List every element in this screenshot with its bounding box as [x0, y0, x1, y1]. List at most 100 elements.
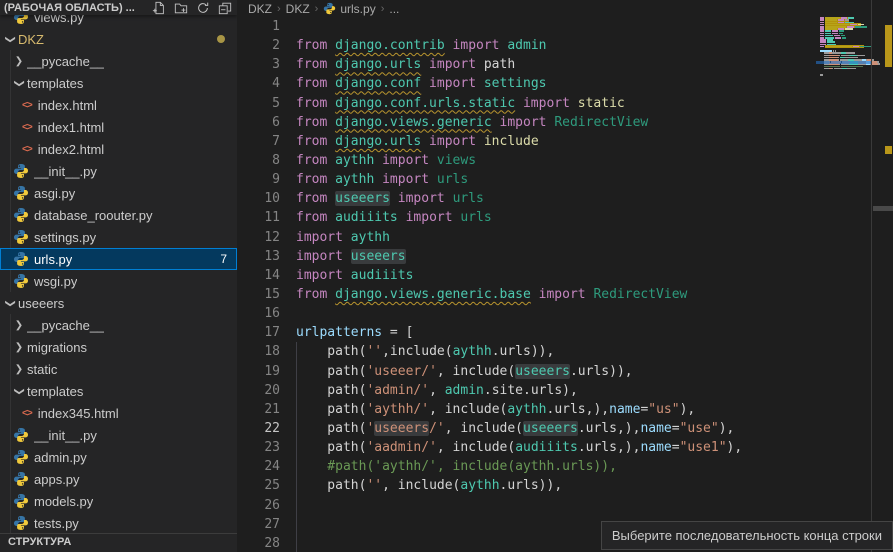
code-line-22[interactable]: path('useeers/', include(useeers.urls,),… [296, 419, 734, 438]
tree-file-urls.py[interactable]: urls.py7 [0, 248, 237, 270]
tree-file-apps.py[interactable]: apps.py [0, 468, 237, 490]
code-token: .urls)), [500, 478, 563, 493]
refresh-icon[interactable] [195, 0, 211, 15]
breadcrumb-separator: › [315, 3, 319, 15]
breadcrumb-item[interactable]: urls.py [323, 2, 375, 16]
code-line-17[interactable]: urlpatterns = [ [296, 323, 413, 342]
line-number: 26 [237, 496, 280, 515]
overview-ruler-scrollbar[interactable] [871, 0, 893, 552]
tree-item-label: urls.py [34, 252, 72, 267]
tree-folder-static[interactable]: ❯static [0, 358, 237, 380]
code-line-11[interactable]: from audiiits import urls [296, 208, 492, 227]
chevron-down-icon[interactable]: ❯ [14, 77, 25, 89]
code-token: useeers [374, 421, 429, 436]
chevron-right-icon[interactable]: ❯ [13, 320, 25, 331]
tree-file-index2.html[interactable]: <>index2.html [0, 138, 237, 160]
tree-file-database_roouter.py[interactable]: database_roouter.py [0, 204, 237, 226]
chevron-right-icon[interactable]: ❯ [13, 364, 25, 375]
tree-folder-__pycache__[interactable]: ❯__pycache__ [0, 50, 237, 72]
code-line-25[interactable]: path('', include(aythh.urls)), [296, 476, 562, 495]
code-line-9[interactable]: from aythh import urls [296, 170, 468, 189]
outline-section-header[interactable]: СТРУКТУРА [0, 533, 237, 552]
tree-folder-templates[interactable]: ❯templates [0, 72, 237, 94]
code-line-3[interactable]: from django.urls import path [296, 55, 515, 74]
code-token: 'aythh/' [366, 402, 429, 417]
breadcrumb-separator: › [277, 3, 281, 15]
code-token: path( [296, 478, 366, 493]
breadcrumb-item[interactable]: DKZ [248, 2, 272, 16]
breadcrumb-item[interactable]: DKZ [286, 2, 310, 16]
code-token: include [484, 134, 539, 149]
code-line-21[interactable]: path('aythh/', include(aythh.urls,),name… [296, 400, 695, 419]
collapse-all-icon[interactable] [217, 0, 233, 15]
code-line-15[interactable]: from django.views.generic.base import Re… [296, 285, 687, 304]
python-file-icon [13, 163, 29, 179]
code-editor[interactable]: DKZ›DKZ›urls.py›... 12345678910111213141… [237, 0, 893, 552]
chevron-down-icon[interactable]: ❯ [14, 385, 25, 397]
code-token: audiiits [515, 440, 578, 455]
tree-file-settings.py[interactable]: settings.py [0, 226, 237, 248]
code-token: useeers [515, 364, 570, 379]
chevron-down-icon[interactable]: ❯ [5, 33, 16, 45]
tree-file-__init__.py[interactable]: __init__.py [0, 160, 237, 182]
code-line-18[interactable]: path('',include(aythh.urls)), [296, 342, 554, 361]
code-token: urls [460, 210, 491, 225]
tree-file-__init__.py[interactable]: __init__.py [0, 424, 237, 446]
tree-item-label: __pycache__ [27, 318, 104, 333]
new-folder-icon[interactable] [173, 0, 189, 15]
tree-file-index.html[interactable]: <>index.html [0, 94, 237, 116]
tree-file-wsgi.py[interactable]: wsgi.py [0, 270, 237, 292]
tree-folder-DKZ[interactable]: ❯DKZ [0, 28, 237, 50]
tree-file-models.py[interactable]: models.py [0, 490, 237, 512]
line-number: 5 [237, 94, 280, 113]
chevron-right-icon[interactable]: ❯ [13, 342, 25, 353]
tree-file-index345.html[interactable]: <>index345.html [0, 402, 237, 424]
code-line-2[interactable]: from django.contrib import admin [296, 36, 546, 55]
minimap-line [835, 37, 841, 39]
tree-folder-__pycache__[interactable]: ❯__pycache__ [0, 314, 237, 336]
code-token: import [421, 76, 484, 91]
code-token: import [390, 191, 453, 206]
code-line-12[interactable]: import aythh [296, 228, 390, 247]
chevron-right-icon[interactable]: ❯ [13, 56, 25, 67]
new-file-icon[interactable] [151, 0, 167, 15]
tree-folder-useeers[interactable]: ❯useeers [0, 292, 237, 314]
code-line-7[interactable]: from django.urls import include [296, 132, 539, 151]
line-number: 23 [237, 438, 280, 457]
tree-item-label: admin.py [34, 450, 87, 465]
code-token: import [296, 230, 351, 245]
chevron-down-icon[interactable]: ❯ [5, 297, 16, 309]
line-number: 25 [237, 476, 280, 495]
tree-file-index1.html[interactable]: <>index1.html [0, 116, 237, 138]
line-number: 1 [237, 17, 280, 36]
code-line-10[interactable]: from useeers import urls [296, 189, 484, 208]
code-token: , include( [437, 440, 515, 455]
code-line-6[interactable]: from django.views.generic import Redirec… [296, 113, 648, 132]
tree-file-tests.py[interactable]: tests.py [0, 512, 237, 534]
code-token: 'admin/' [366, 383, 429, 398]
code-token: #path('aythh/', include(aythh.urls)), [296, 459, 617, 474]
tree-folder-templates[interactable]: ❯templates [0, 380, 237, 402]
code-line-14[interactable]: import audiiits [296, 266, 413, 285]
tree-file-admin.py[interactable]: admin.py [0, 446, 237, 468]
tree-file-asgi.py[interactable]: asgi.py [0, 182, 237, 204]
tree-folder-migrations[interactable]: ❯migrations [0, 336, 237, 358]
code-token: from [296, 115, 335, 130]
code-line-19[interactable]: path('useeer/', include(useeers.urls)), [296, 362, 633, 381]
code-line-24[interactable]: #path('aythh/', include(aythh.urls)), [296, 457, 617, 476]
tree-item-label: tests.py [34, 516, 79, 531]
code-token: path( [296, 364, 366, 379]
ruler-warn-mark [885, 25, 892, 67]
code-line-13[interactable]: import useeers [296, 247, 406, 266]
python-icon [323, 2, 336, 15]
code-line-4[interactable]: from django.conf import settings [296, 74, 546, 93]
code-line-8[interactable]: from aythh import views [296, 151, 476, 170]
code-line-5[interactable]: from django.conf.urls.static import stat… [296, 94, 625, 113]
code-line-20[interactable]: path('admin/', admin.site.urls), [296, 381, 578, 400]
code-line-23[interactable]: path('aadmin/', include(audiiits.urls,),… [296, 438, 742, 457]
explorer-section-header[interactable]: (РАБОЧАЯ ОБЛАСТЬ) ... [0, 0, 237, 15]
breadcrumb-item[interactable]: ... [389, 2, 399, 16]
code-token: django.conf [335, 76, 421, 91]
minimap[interactable] [816, 0, 871, 552]
code-token: name [640, 440, 671, 455]
